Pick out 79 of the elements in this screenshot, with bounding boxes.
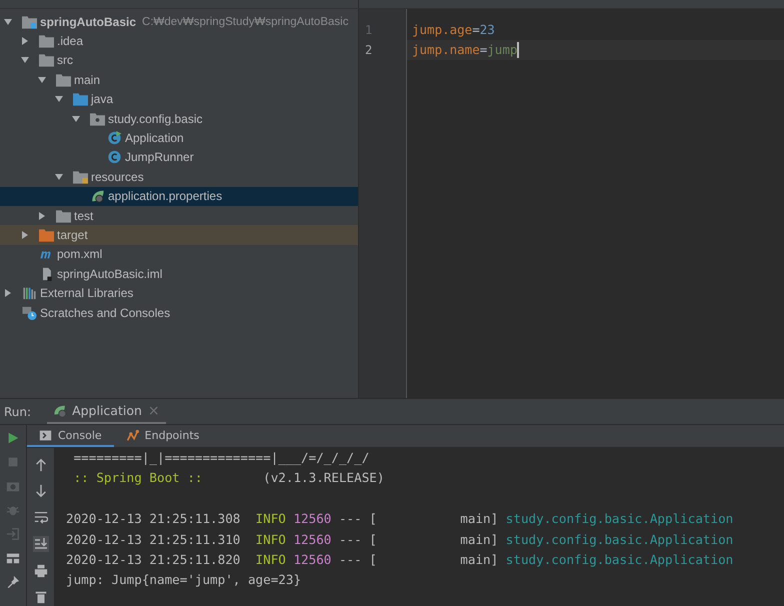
expand-arrow-icon[interactable] — [21, 37, 29, 46]
tree-item-label: java — [91, 92, 114, 106]
tree-item-label: study.config.basic — [108, 112, 202, 126]
tree-item-label: springAutoBasic — [40, 14, 136, 29]
console-line: jump: Jump{name='jump', age=23} — [66, 571, 302, 590]
tree-item-label: test — [74, 208, 94, 223]
code-line: jump.age=23 — [411, 21, 496, 39]
tree-item[interactable]: springAutoBasic C:₩dev₩springStudy₩springAutoBasic — [0, 12, 358, 32]
folder-icon — [22, 14, 37, 29]
folder-icon — [39, 34, 54, 48]
expand-arrow-icon[interactable] — [55, 172, 63, 181]
expand-arrow-icon[interactable] — [38, 212, 46, 220]
tree-item[interactable]: test — [0, 206, 358, 226]
folder-icon — [56, 72, 71, 87]
tree-item-label: springAutoBasic.iml — [57, 266, 162, 281]
tree-item-label: resources — [91, 170, 144, 184]
tree-item-label: External Libraries — [40, 286, 134, 300]
line-number: 2 — [364, 42, 374, 59]
tree-item-label: Scratches and Consoles — [40, 306, 170, 320]
log-line: 2020-12-13 21:25:11.310 INFO 12560 --- [ main] study.config.basic.Application — [66, 530, 734, 549]
run-label: Run: — [4, 404, 32, 418]
folder-icon — [56, 208, 71, 223]
scroll-to-end-icon[interactable] — [32, 536, 48, 552]
console-tab[interactable]: Endpoints — [114, 425, 212, 447]
tree-item[interactable]: External Libraries — [0, 283, 358, 303]
console-line: :: Spring Boot :: (v2.1.3.RELEASE) — [72, 469, 386, 488]
tree-item[interactable]: .idea — [0, 31, 358, 51]
spring-leaf-icon — [53, 404, 68, 418]
tree-item-label: target — [57, 228, 88, 242]
up-arrow-icon[interactable] — [34, 458, 48, 472]
expand-arrow-icon[interactable] — [4, 289, 12, 298]
tree-item[interactable]: src — [0, 50, 358, 70]
tree-item-label: main — [74, 72, 100, 87]
expand-arrow-icon[interactable] — [21, 230, 29, 239]
trash-icon[interactable] — [34, 590, 48, 604]
tree-item[interactable]: main — [0, 70, 358, 90]
tree-item[interactable]: Application — [0, 128, 358, 148]
expand-arrow-icon[interactable] — [72, 114, 80, 123]
run-icon[interactable] — [6, 431, 20, 445]
folder-icon — [90, 112, 105, 126]
expand-arrow-icon[interactable] — [4, 18, 12, 26]
tree-item-label: .idea — [57, 34, 84, 48]
scratches-icon — [22, 306, 37, 320]
tree-item[interactable]: Scratches and Consoles — [0, 302, 358, 322]
library-icon — [22, 286, 37, 300]
endpoints-icon — [126, 428, 139, 442]
folder-icon — [39, 53, 54, 68]
tree-item-label: application.properties — [108, 189, 222, 204]
tree-item[interactable]: resources — [0, 167, 358, 187]
folder-icon — [73, 170, 88, 184]
soft-wrap-icon[interactable] — [34, 510, 48, 524]
tree-item[interactable]: study.config.basic — [0, 108, 358, 128]
tree-item[interactable]: java — [0, 90, 358, 109]
console-icon — [39, 428, 52, 442]
tree-item-label: pom.xml — [57, 247, 102, 262]
expand-arrow-icon[interactable] — [55, 95, 63, 104]
tree-item-label: JumpRunner — [125, 150, 194, 164]
folder-icon — [73, 92, 88, 106]
tree-item[interactable]: target — [0, 225, 358, 245]
print-icon[interactable] — [34, 564, 48, 578]
spring-leaf-icon — [90, 189, 105, 204]
class-icon — [107, 150, 122, 164]
tree-item[interactable]: pom.xml — [0, 244, 358, 264]
console-line: =========|_|==============|___/=/_/_/_/ — [72, 449, 370, 467]
log-line: 2020-12-13 21:25:11.308 INFO 12560 --- [ main] study.config.basic.Application — [66, 510, 734, 528]
tree-item[interactable]: springAutoBasic.iml — [0, 264, 358, 284]
expand-arrow-icon[interactable] — [21, 56, 29, 64]
tree-item-label: src — [57, 53, 73, 68]
down-arrow-icon[interactable] — [34, 484, 48, 498]
layout-icon[interactable] — [6, 551, 20, 565]
tree-item[interactable]: application.properties — [0, 186, 358, 206]
expand-arrow-icon[interactable] — [38, 76, 46, 84]
tree-item-label: Application — [125, 131, 184, 146]
class-icon — [107, 131, 122, 146]
module-path: C:₩dev₩springStudy₩springAutoBasic — [142, 16, 348, 28]
tree-item[interactable]: JumpRunner — [0, 148, 358, 168]
log-line: 2020-12-13 21:25:11.820 INFO 12560 --- [ main] study.config.basic.Application — [66, 550, 734, 569]
folder-icon — [39, 228, 54, 242]
pin-icon[interactable] — [6, 575, 20, 589]
